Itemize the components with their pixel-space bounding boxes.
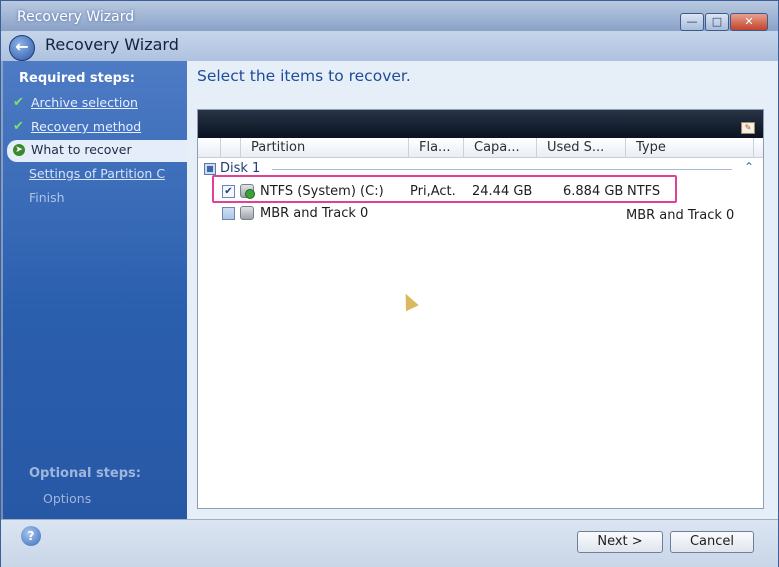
page-heading: Select the items to recover.	[197, 67, 411, 85]
mouse-cursor-icon	[399, 290, 419, 312]
column-header-used-space[interactable]: Used S...	[536, 138, 625, 158]
step-archive-selection[interactable]: ✔ Archive selection	[13, 93, 185, 115]
step-settings-partition-c[interactable]: Settings of Partition C	[13, 164, 185, 186]
recovery-wizard-window: Recovery Wizard — □ ✕ ← Recovery Wizard …	[0, 0, 779, 567]
step-label: What to recover	[31, 142, 132, 157]
partition-type: MBR and Track 0	[626, 208, 735, 223]
step-label: Archive selection	[31, 95, 138, 110]
column-header-flags[interactable]: Fla...	[408, 138, 463, 158]
selection-highlight	[212, 175, 677, 203]
step-finish: Finish	[13, 188, 185, 210]
disk-drive-icon	[240, 206, 254, 220]
minimize-button[interactable]: —	[680, 13, 704, 31]
collapse-chevron-icon[interactable]: ⌃	[744, 160, 754, 174]
panel-toolbar: ✎	[198, 110, 763, 138]
column-header-type[interactable]: Type	[625, 138, 753, 158]
optional-steps-heading: Optional steps:	[29, 466, 141, 481]
column-header-capacity[interactable]: Capa...	[463, 138, 536, 158]
partition-name: MBR and Track 0	[260, 206, 369, 221]
wizard-footer: ? Next > Cancel	[1, 519, 778, 567]
partition-row-mbr[interactable]: MBR and Track 0 MBR and Track 0	[198, 204, 763, 224]
column-headers: Partition Fla... Capa... Used S... Type	[198, 138, 763, 158]
close-button[interactable]: ✕	[730, 13, 768, 31]
step-label: Recovery method	[31, 119, 142, 134]
current-step-arrow-icon: ➤	[13, 144, 25, 156]
check-icon: ✔	[13, 95, 24, 110]
cancel-button[interactable]: Cancel	[670, 531, 754, 553]
title-bar: Recovery Wizard — □ ✕	[1, 1, 778, 31]
disk-icon	[204, 163, 216, 175]
column-header-partition[interactable]: Partition	[240, 138, 408, 158]
column-header-blank	[220, 138, 240, 158]
partition-panel: ✎ Partition Fla... Capa... Used S... Typ…	[197, 109, 764, 509]
help-icon[interactable]: ?	[21, 526, 41, 546]
step-what-to-recover: ➤ What to recover	[7, 140, 189, 162]
column-header-end	[753, 138, 763, 158]
check-icon: ✔	[13, 119, 24, 134]
required-steps-heading: Required steps:	[19, 71, 135, 86]
disk-label: Disk 1	[220, 161, 261, 176]
window-controls: — □ ✕	[679, 13, 768, 31]
step-options: Options	[43, 491, 92, 506]
next-button[interactable]: Next >	[577, 531, 663, 553]
column-chooser-icon[interactable]: ✎	[741, 122, 755, 134]
step-label: Settings of Partition C	[29, 166, 166, 181]
main-content: Select the items to recover. ✎ Partition…	[187, 61, 778, 519]
wizard-header: ← Recovery Wizard	[1, 31, 778, 61]
step-recovery-method[interactable]: ✔ Recovery method	[13, 117, 185, 139]
maximize-button[interactable]: □	[705, 13, 729, 31]
window-title: Recovery Wizard	[17, 9, 135, 25]
back-arrow-icon[interactable]: ←	[9, 35, 35, 61]
checkbox-mbr[interactable]	[222, 207, 235, 220]
wizard-title: Recovery Wizard	[45, 35, 179, 54]
disk-separator	[272, 169, 732, 170]
steps-sidebar: Required steps: ✔ Archive selection ✔ Re…	[3, 61, 189, 519]
step-label: Finish	[29, 190, 65, 205]
